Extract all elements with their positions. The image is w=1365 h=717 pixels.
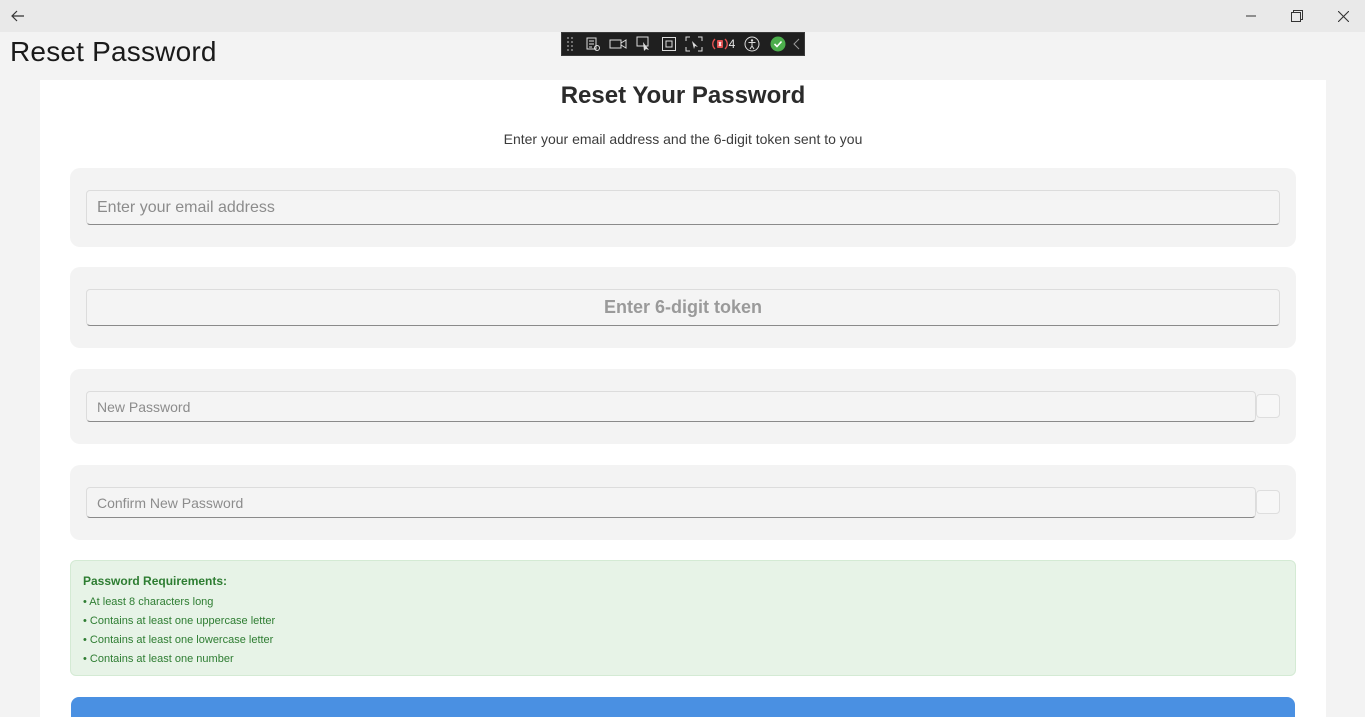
- email-field-group: [70, 168, 1296, 247]
- minimize-icon: [1246, 15, 1256, 17]
- requirement-item: • Contains at least one lowercase letter: [83, 634, 274, 646]
- minimize-button[interactable]: [1228, 0, 1274, 32]
- new-password-input[interactable]: [86, 391, 1256, 422]
- debug-toolbar: 4: [561, 32, 805, 56]
- requirement-item: • Contains at least one uppercase letter: [83, 615, 276, 627]
- form-subheading: Enter your email address and the 6-digit…: [503, 131, 863, 147]
- track-focus-button[interactable]: [682, 33, 707, 55]
- email-input[interactable]: [86, 190, 1280, 225]
- visual-tree-icon: [586, 37, 600, 51]
- page-title: Reset Password: [10, 36, 217, 67]
- new-password-field-group: [70, 369, 1296, 444]
- show-new-password-toggle[interactable]: [1256, 394, 1280, 418]
- drag-handle-icon[interactable]: [566, 36, 574, 52]
- back-button[interactable]: [4, 4, 32, 28]
- form-heading: Reset Your Password: [560, 82, 806, 109]
- token-input[interactable]: [86, 289, 1280, 326]
- display-layout-adorners-button[interactable]: [656, 33, 681, 55]
- video-camera-icon: [609, 39, 627, 49]
- title-bar: [0, 0, 1365, 32]
- collapse-toolbar-button[interactable]: [790, 33, 804, 55]
- show-confirm-password-toggle[interactable]: [1256, 490, 1280, 514]
- frame-icon: [661, 37, 676, 51]
- requirement-item: • Contains at least one number: [83, 653, 234, 665]
- checkmark-circle-icon: [770, 36, 786, 52]
- requirement-item: • At least 8 characters long: [83, 596, 214, 608]
- hot-reload-status[interactable]: [765, 33, 790, 55]
- maximize-button[interactable]: [1274, 0, 1320, 32]
- maximize-icon: [1291, 10, 1303, 22]
- back-arrow-icon: [11, 10, 24, 22]
- cursor-select-icon: [636, 36, 649, 51]
- close-button[interactable]: [1320, 0, 1365, 32]
- requirements-title: Password Requirements:: [83, 574, 228, 588]
- accessibility-button[interactable]: [739, 33, 764, 55]
- select-element-button[interactable]: [631, 33, 656, 55]
- password-requirements: Password Requirements: • At least 8 char…: [70, 560, 1296, 676]
- record-button[interactable]: [605, 33, 630, 55]
- confirm-password-field-group: [70, 465, 1296, 540]
- reset-password-card: Reset Your Password Enter your email add…: [40, 80, 1326, 717]
- chevron-left-icon: [793, 38, 800, 50]
- reset-password-button[interactable]: [71, 697, 1295, 717]
- confirm-password-input[interactable]: [86, 487, 1256, 518]
- close-icon: [1337, 10, 1349, 22]
- binding-error-icon: [711, 38, 728, 50]
- accessibility-icon: [744, 36, 760, 52]
- focus-track-icon: [685, 36, 703, 52]
- binding-error-count: 4: [728, 37, 736, 51]
- live-visual-tree-button[interactable]: [580, 33, 605, 55]
- token-field-group: [70, 267, 1296, 348]
